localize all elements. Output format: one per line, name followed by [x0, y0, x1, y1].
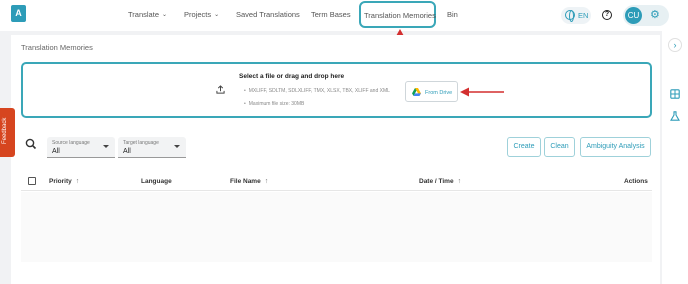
dropzone-title: Select a file or drag and drop here [239, 73, 345, 80]
source-language-select[interactable]: Source language All [47, 137, 115, 158]
nav-term-bases-label: Term Bases [311, 10, 351, 19]
target-language-select[interactable]: Target language All [118, 137, 186, 158]
source-language-label: Source language [52, 140, 90, 146]
column-priority[interactable]: Priority ↑ [49, 178, 79, 185]
nav-term-bases[interactable]: Term Bases [311, 10, 351, 19]
flask-icon[interactable] [670, 111, 680, 121]
annotation-arrow-left [460, 87, 504, 97]
select-all-checkbox[interactable] [28, 177, 36, 185]
column-actions: Actions [624, 178, 648, 185]
help-icon[interactable]: ? [602, 10, 612, 20]
column-language: Language [141, 178, 172, 185]
caret-down-icon [103, 145, 109, 148]
nav-projects-label: Projects [184, 10, 212, 19]
column-priority-label: Priority [49, 178, 72, 185]
file-dropzone[interactable]: Select a file or drag and drop here MXLI… [21, 62, 652, 118]
grid-icon[interactable] [670, 89, 680, 99]
table-header: Priority ↑ Language File Name ↑ Date / Tim… [21, 175, 652, 191]
right-sidebar: › [662, 31, 688, 284]
feedback-label: Feedback [2, 117, 8, 144]
nav-translation-memories[interactable]: Translation Memories [359, 1, 436, 28]
column-date-time-label: Date / Time [419, 178, 454, 185]
app-logo[interactable]: A [11, 5, 26, 22]
page-title: Translation Memories [21, 43, 93, 52]
caret-down-icon [174, 145, 180, 148]
main-panel: Translation Memories Select a file or dr… [11, 35, 660, 284]
chevron-down-icon: ⌄ [162, 12, 168, 18]
chevron-down-icon: ⌄ [214, 12, 220, 18]
nav-translation-memories-label: Translation Memories [364, 11, 436, 20]
nav-saved-translations[interactable]: Saved Translations [236, 10, 300, 19]
column-actions-label: Actions [624, 178, 648, 185]
feedback-tab[interactable]: Feedback [0, 108, 15, 157]
target-language-value: All [123, 148, 131, 155]
sort-arrow-icon: ↑ [457, 178, 462, 185]
sort-arrow-icon: ↑ [264, 178, 269, 185]
source-language-value: All [52, 148, 60, 155]
language-selector[interactable]: EN [561, 7, 591, 24]
nav-translate-label: Translate [128, 10, 159, 19]
ambiguity-analysis-button[interactable]: Ambiguity Analysis [580, 137, 651, 157]
dropzone-max-size: Maximum file size: 30MB [244, 101, 305, 107]
avatar[interactable]: CU [625, 7, 642, 24]
sort-arrow-icon: ↑ [75, 178, 80, 185]
google-drive-icon [412, 88, 421, 96]
dropzone-formats: MXLIFF, SDLTM, SDLXLIFF, TMX, XLSX, TBX,… [244, 88, 390, 94]
from-drive-label: From Drive [425, 89, 453, 96]
column-date-time[interactable]: Date / Time ↑ [419, 178, 461, 185]
create-button[interactable]: Create [507, 137, 541, 157]
gear-icon[interactable]: ⚙ [650, 9, 660, 21]
upload-icon [216, 85, 225, 94]
nav-saved-translations-label: Saved Translations [236, 10, 300, 19]
globe-icon [565, 10, 575, 22]
user-menu[interactable]: CU ⚙ [623, 5, 669, 26]
search-icon[interactable] [24, 137, 38, 151]
table-body-empty [21, 192, 652, 262]
expand-sidebar-button[interactable]: › [668, 38, 682, 52]
from-drive-button[interactable]: From Drive [405, 81, 458, 102]
nav-translate[interactable]: Translate ⌄ [128, 10, 167, 19]
top-navbar: A Translate ⌄ Projects ⌄ Saved Translation… [0, 0, 688, 31]
column-file-name[interactable]: File Name ↑ [230, 178, 268, 185]
language-code: EN [578, 11, 589, 20]
nav-projects[interactable]: Projects ⌄ [184, 10, 219, 19]
nav-bin-label: Bin [447, 10, 458, 19]
column-language-label: Language [141, 178, 172, 185]
clean-button[interactable]: Clean [544, 137, 575, 157]
column-file-name-label: File Name [230, 178, 261, 185]
nav-bin[interactable]: Bin [447, 10, 458, 19]
target-language-label: Target language [123, 140, 159, 146]
